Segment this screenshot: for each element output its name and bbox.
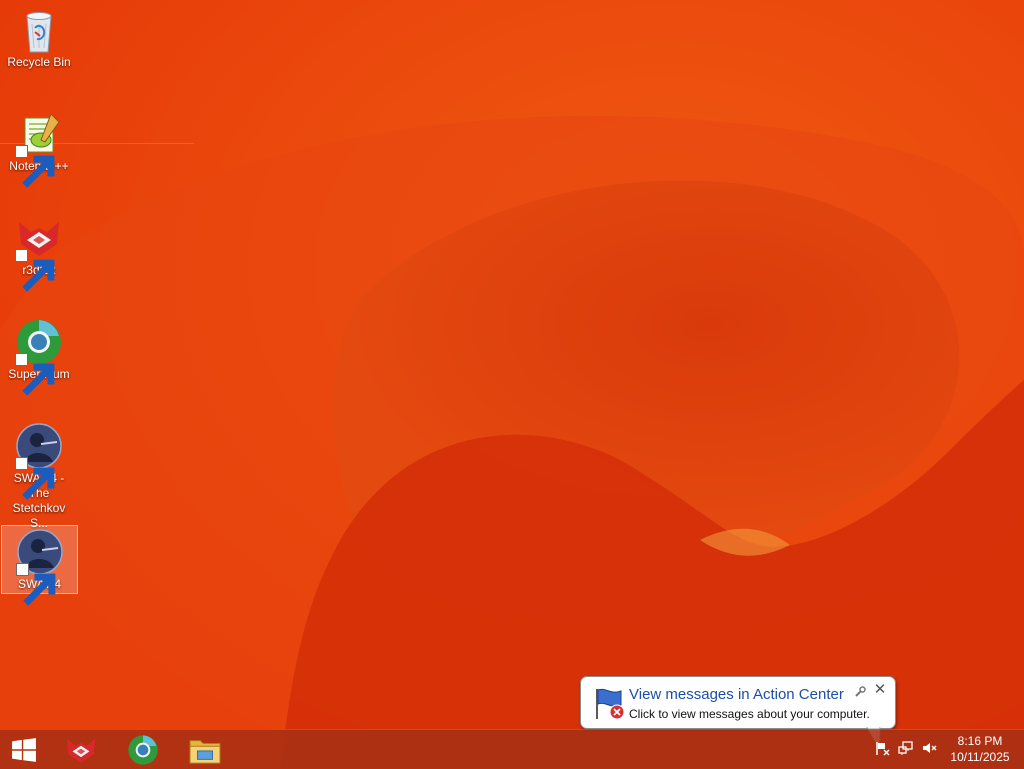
windows-logo-icon bbox=[12, 737, 36, 762]
desktop-icon-swat4-stetchkov[interactable]: SWAT 4 - The Stetchkov S... bbox=[2, 420, 76, 530]
shortcut-arrow-icon bbox=[15, 563, 55, 606]
swat4-icon bbox=[15, 422, 63, 500]
shortcut-arrow-icon bbox=[15, 145, 55, 188]
shortcut-arrow-icon bbox=[15, 249, 55, 292]
clock-time: 8:16 PM bbox=[957, 734, 1003, 748]
desktop-icon-label: Recycle Bin bbox=[7, 55, 71, 69]
taskbar bbox=[0, 729, 1024, 769]
action-center-flag-icon[interactable] bbox=[874, 740, 890, 756]
desktop-icon-supermium[interactable]: Supermium bbox=[2, 316, 76, 396]
notification-message: Click to view messages about your comput… bbox=[629, 707, 870, 721]
desktop-icon-notepadpp[interactable]: Notepad++ bbox=[2, 108, 76, 188]
network-icon[interactable] bbox=[898, 740, 914, 756]
taskbar-supermium-button[interactable] bbox=[114, 730, 172, 769]
shortcut-arrow-icon bbox=[15, 457, 55, 500]
supermium-icon bbox=[15, 318, 63, 396]
desktop-wallpaper bbox=[0, 0, 1024, 768]
desktop-icon-swat4[interactable]: SWAT 4 bbox=[1, 525, 78, 606]
action-center-flag-icon bbox=[591, 685, 627, 721]
close-icon[interactable]: ✕ bbox=[873, 682, 887, 697]
notepadpp-icon bbox=[15, 110, 63, 188]
supermium-icon bbox=[128, 734, 158, 765]
wrench-icon[interactable] bbox=[854, 685, 866, 697]
volume-muted-icon[interactable] bbox=[921, 740, 937, 756]
r3dfox-icon bbox=[15, 214, 63, 292]
taskbar-clock[interactable]: 8:16 PM 10/11/2025 bbox=[940, 733, 1020, 765]
swat4-icon bbox=[15, 528, 64, 606]
desktop-icon-recycle-bin[interactable]: Recycle Bin bbox=[2, 4, 76, 70]
shortcut-arrow-icon bbox=[15, 353, 55, 396]
clock-date: 10/11/2025 bbox=[950, 750, 1010, 764]
recycle-bin-icon bbox=[15, 6, 63, 54]
file-explorer-icon bbox=[189, 739, 221, 764]
r3dfox-icon bbox=[66, 738, 96, 763]
start-button[interactable] bbox=[0, 730, 48, 769]
taskbar-file-explorer-button[interactable] bbox=[176, 730, 234, 769]
desktop-icon-r3dfox[interactable]: r3dfox bbox=[2, 212, 76, 292]
taskbar-r3dfox-button[interactable] bbox=[52, 730, 110, 769]
notification-title[interactable]: View messages in Action Center bbox=[629, 686, 844, 703]
action-center-notification[interactable]: View messages in Action Center Click to … bbox=[580, 676, 896, 729]
